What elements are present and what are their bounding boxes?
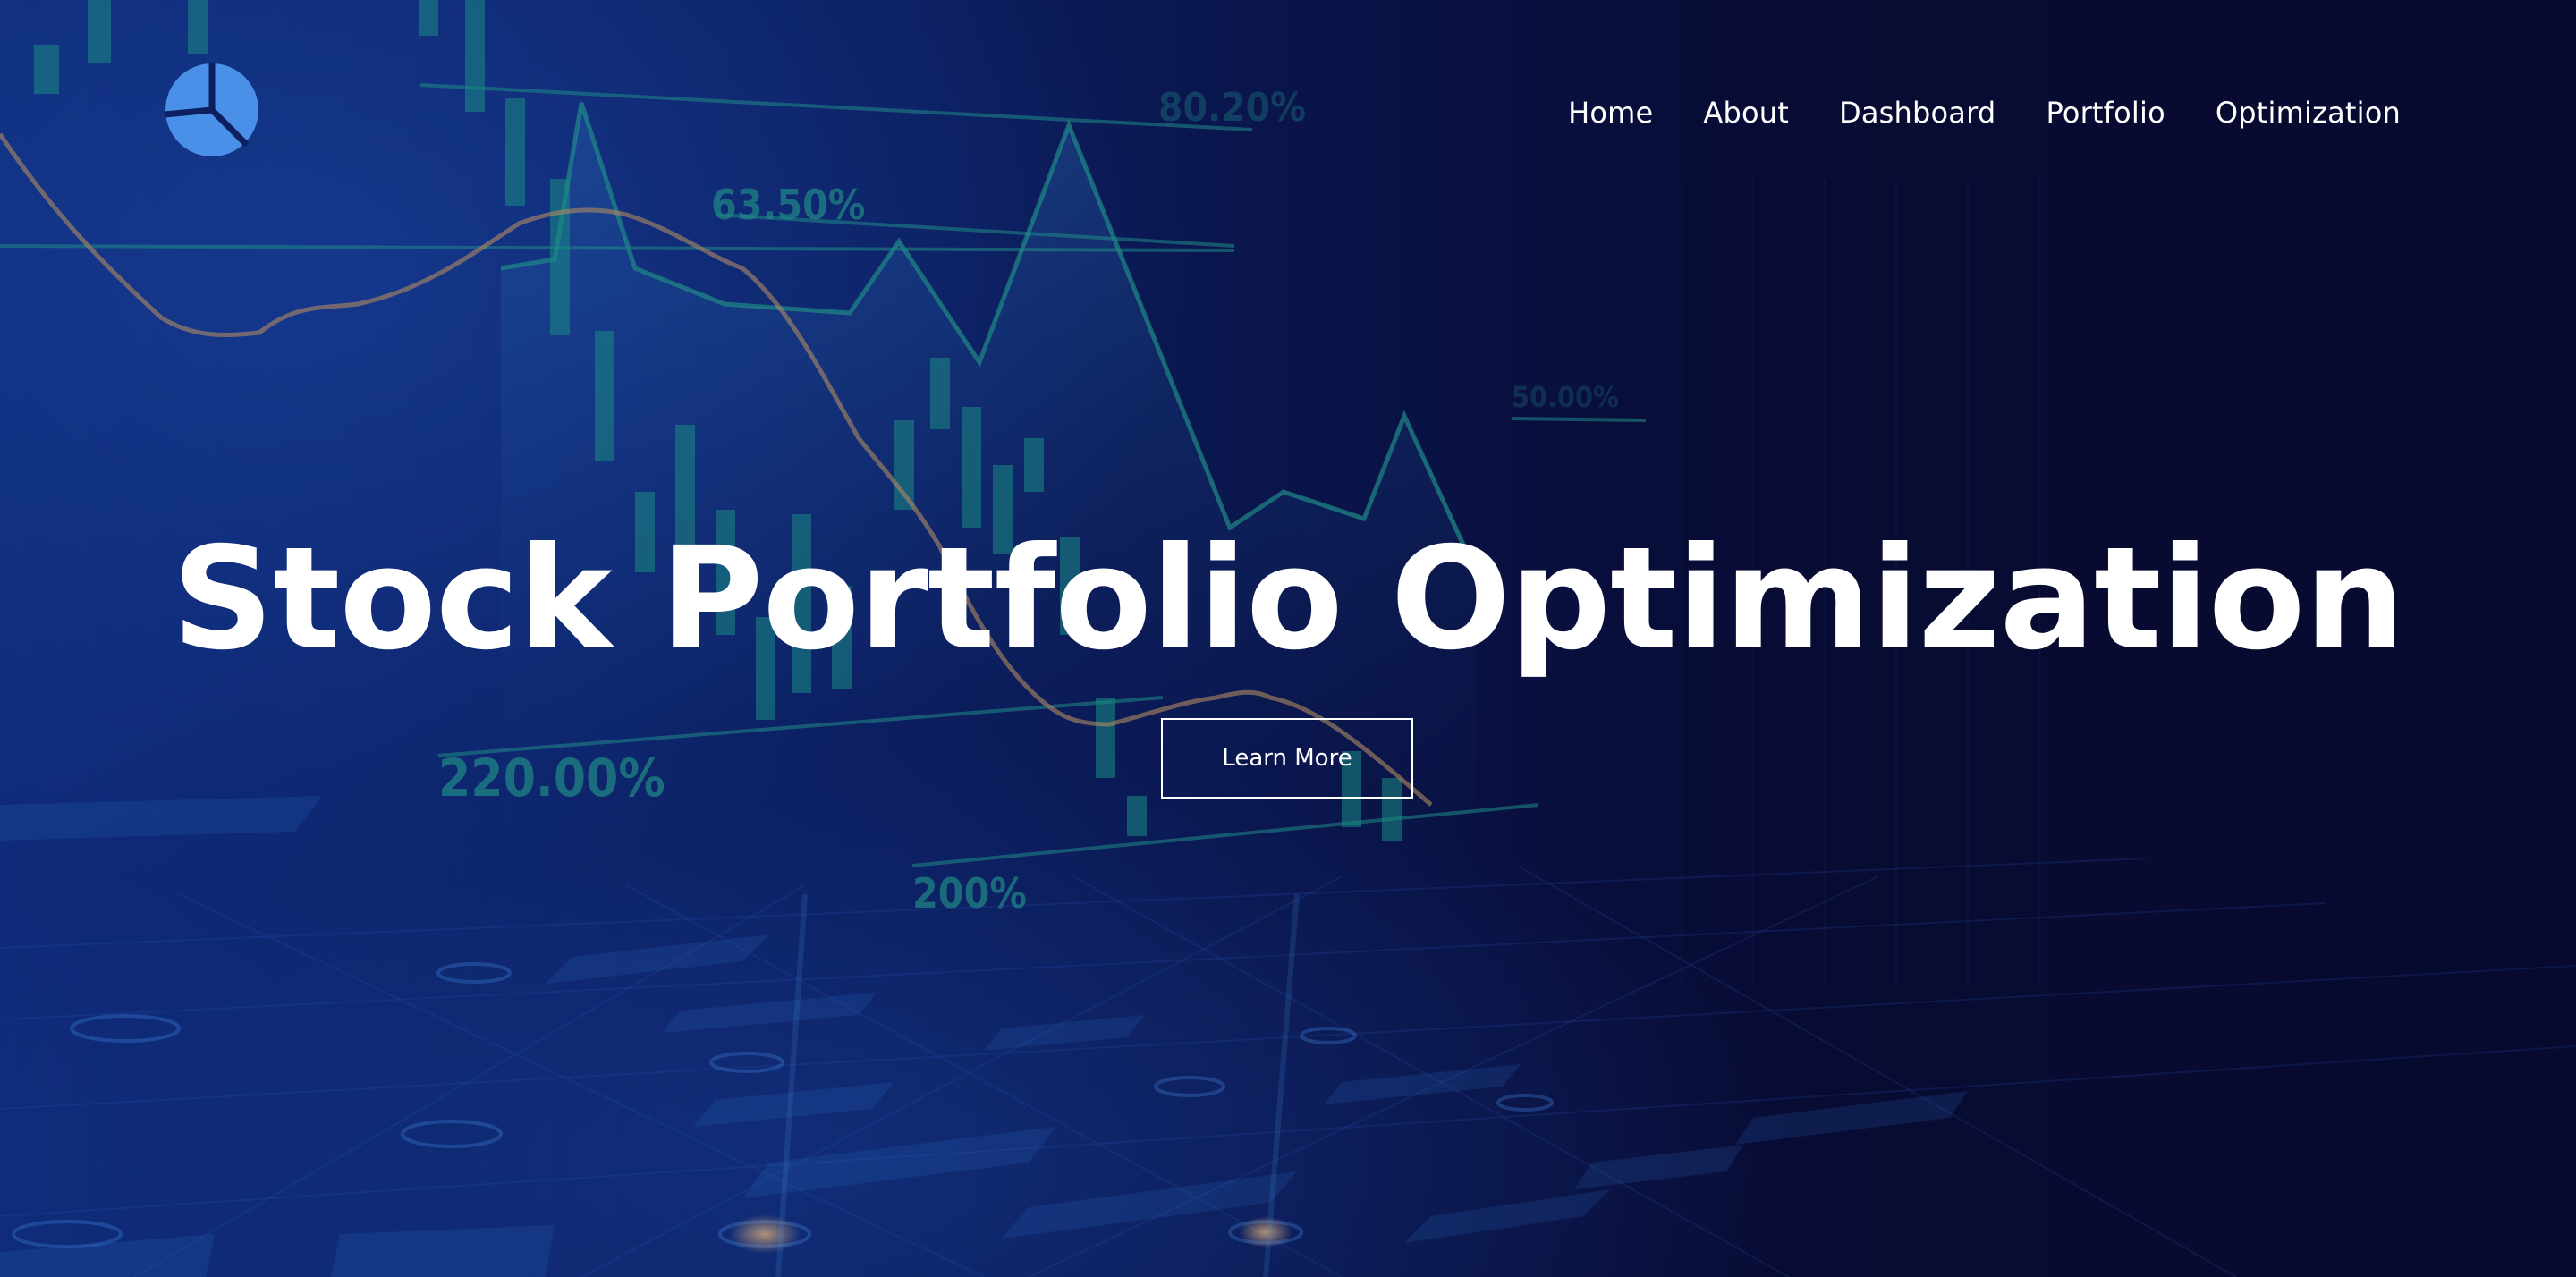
nav-link-optimization[interactable]: Optimization — [2216, 93, 2401, 132]
bg-label-5: 200% — [912, 869, 1027, 918]
logo[interactable] — [165, 63, 259, 157]
nav-link-dashboard[interactable]: Dashboard — [1839, 93, 1996, 132]
nav-link-home[interactable]: Home — [1568, 93, 1653, 132]
pie-chart-icon — [165, 63, 258, 156]
learn-more-button[interactable]: Learn More — [1161, 718, 1413, 799]
bg-label-3: 50.00% — [1512, 380, 1619, 414]
main-nav: Home About Dashboard Portfolio Optimizat… — [1568, 93, 2401, 132]
hero-section: 80.20% 63.50% 50.00% 220.00% 200% Home A… — [0, 0, 2576, 1277]
bg-label-4: 220.00% — [438, 748, 665, 808]
nav-link-about[interactable]: About — [1703, 93, 1789, 132]
site-header: Home About Dashboard Portfolio Optimizat… — [0, 0, 2576, 224]
hero-title: Stock Portfolio Optimization — [172, 517, 2405, 681]
nav-link-portfolio[interactable]: Portfolio — [2046, 93, 2165, 132]
